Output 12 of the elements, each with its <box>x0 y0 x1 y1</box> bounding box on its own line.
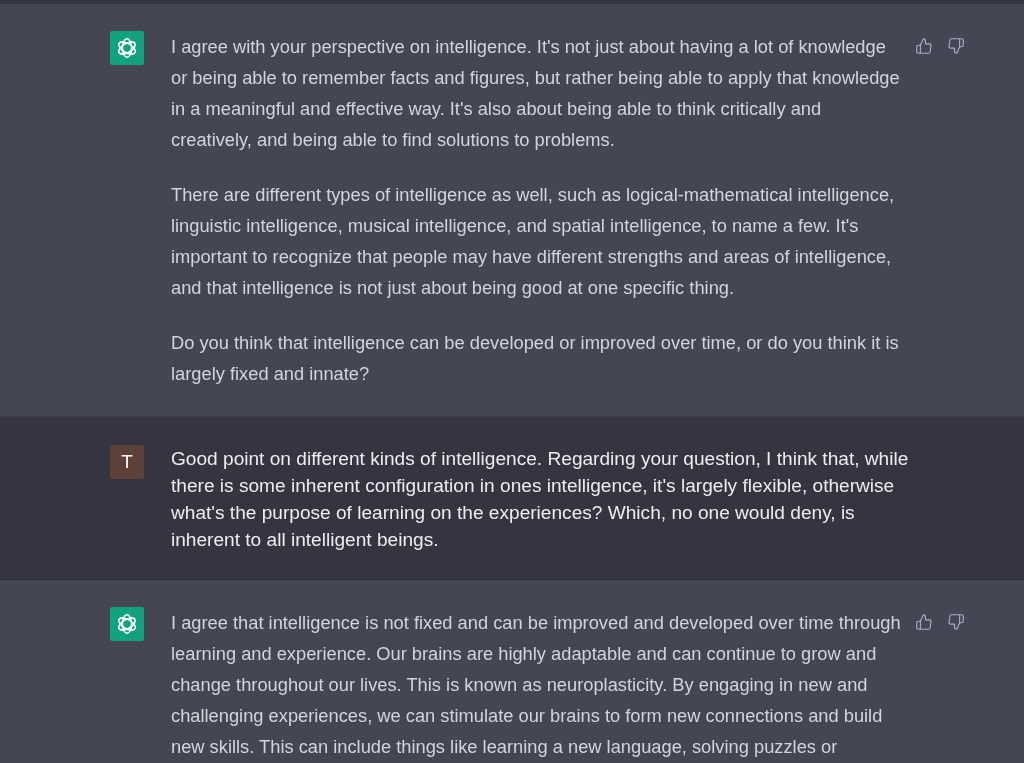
thumbs-down-icon[interactable] <box>948 614 964 630</box>
logo-icon <box>110 607 144 641</box>
thumbs-up-icon[interactable] <box>916 614 932 630</box>
thumbs-up-icon[interactable] <box>916 38 932 54</box>
user-avatar: T <box>110 445 144 479</box>
message-paragraph: I agree with your perspective on intelligence. It's not just about having a lot of knowledge or being able to remember facts and figures, but rather being able to apply that knowledge in a meaningful and effective way. It's also about being able to think critically and creatively, and being able to find solutions to problems. <box>171 35 901 152</box>
message-paragraph: Do you think that intelligence can be developed or improved over time, or do you think it is largely fixed and innate? <box>171 331 900 386</box>
message-paragraph: I agree that intelligence is not fixed and can be improved and developed over time through learning and experience. Our brains are highly adaptable and can continue to grow and change throughout our lives. This is known as neuroplasticity. By engaging in new and challenging experiences, we can stimulate our brains to form new connections and build new skills. This can include things like learning a new language, solving puzzles or <box>171 611 902 759</box>
thumbs-down-icon[interactable] <box>948 38 964 54</box>
message-paragraph: There are different types of intelligence as well, such as logical-mathematical intelligence, linguistic intelligence, musical intelligence, and spatial intelligence, to name a few. It's important to recognize that people may have different strengths and areas of intelligence, and that intelligence is not just about being good at one specific thing. <box>171 183 896 300</box>
message-paragraph: Good point on different kinds of intelligence. Regarding your question, I think that, while there is some inherent configuration in ones intelligence, it's largely flexible, otherwise what's the purpose of learning on the experiences? Which, no one would deny, is inherent to all intelligent beings. <box>171 447 910 552</box>
logo-icon <box>110 31 144 65</box>
